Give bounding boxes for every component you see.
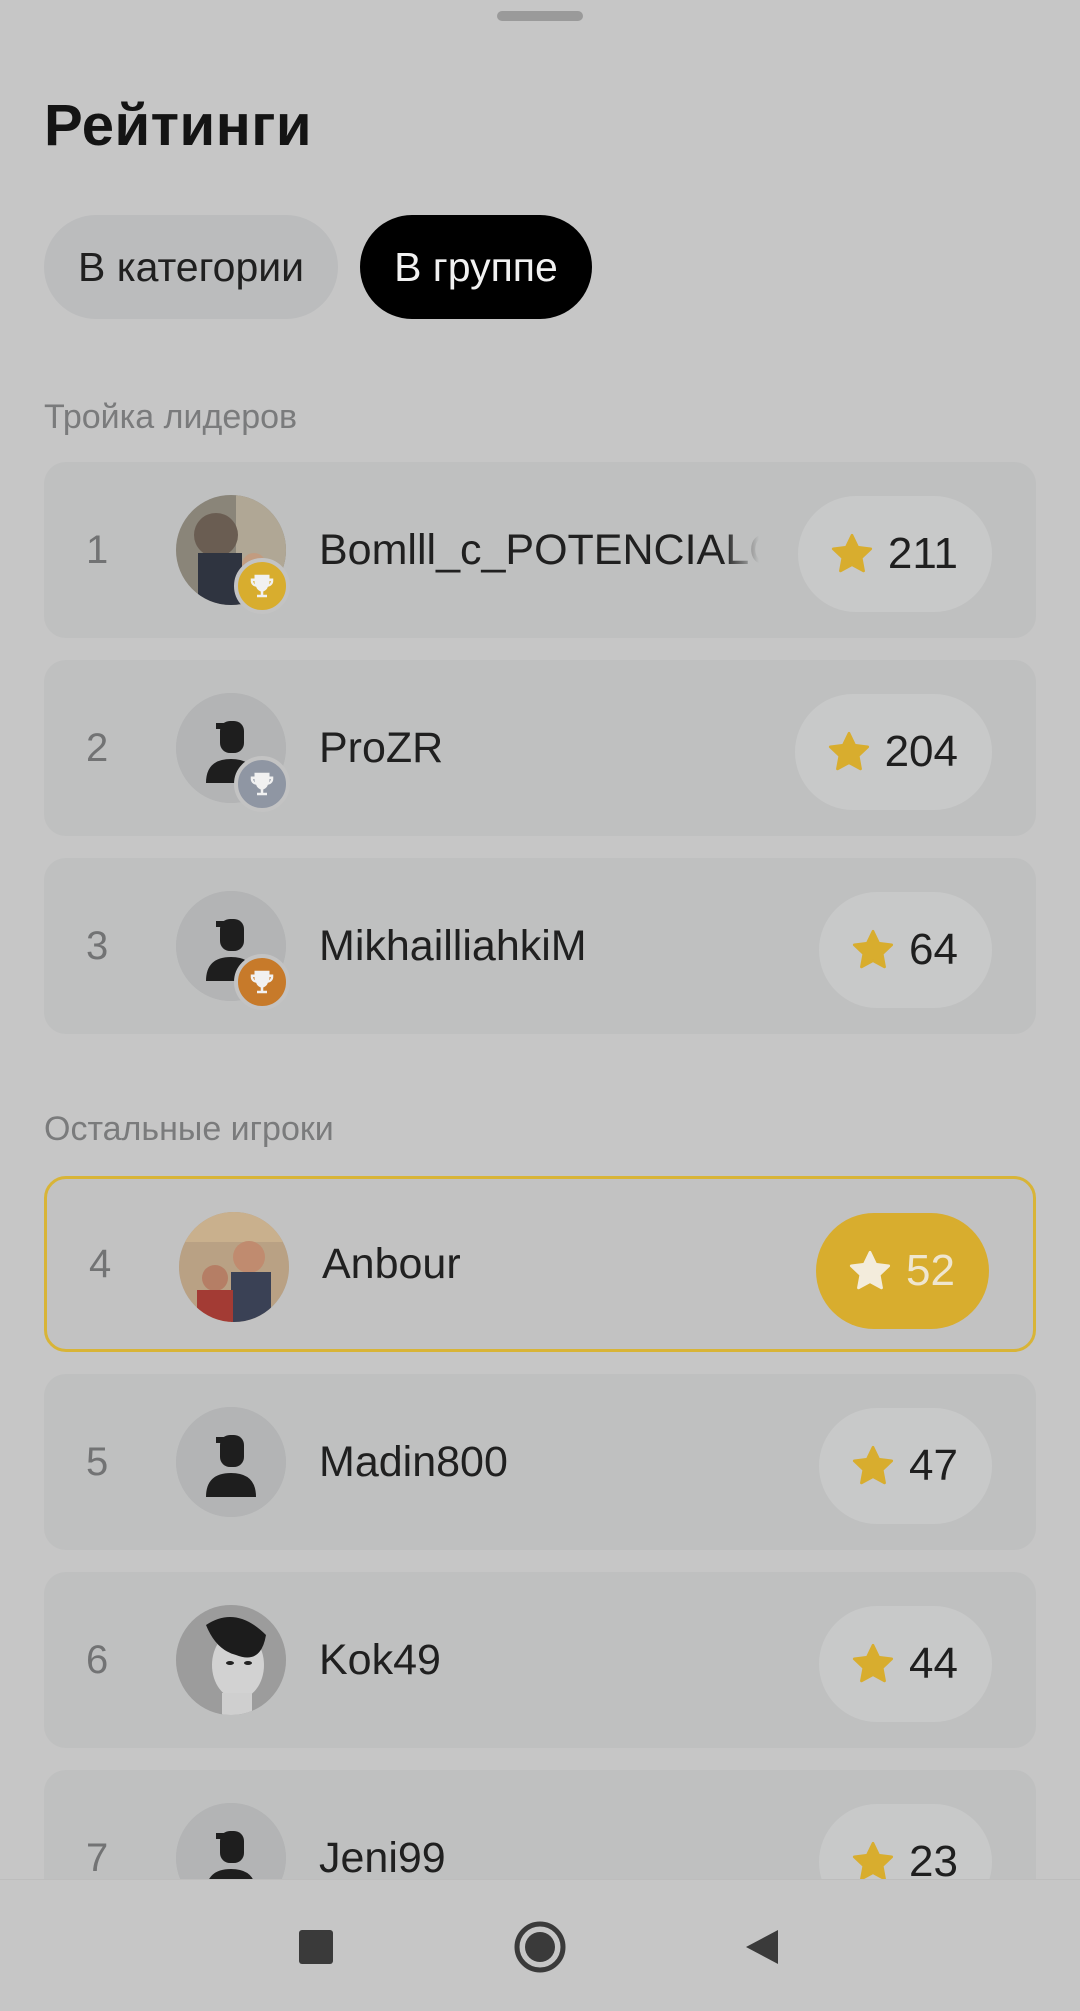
back-icon[interactable] [722, 1907, 802, 1987]
rank-number: 2 [86, 725, 109, 770]
tab-bar: В категории В группе [44, 215, 592, 319]
score-value: 47 [909, 1441, 958, 1490]
leaderboard-row[interactable]: 4 Anbour 52 [44, 1176, 1036, 1352]
player-name: Jeni99 [319, 1833, 446, 1882]
score-value: 211 [887, 529, 958, 578]
avatar [179, 1212, 289, 1322]
star-icon [827, 730, 871, 774]
score-badge: 47 [819, 1408, 992, 1524]
leaderboard-row[interactable]: 3 MikhailliahkiM 64 [44, 858, 1036, 1034]
avatar [176, 1605, 286, 1715]
score-value: 64 [909, 925, 958, 974]
score-value: 44 [909, 1639, 958, 1688]
star-icon [830, 532, 874, 576]
drag-handle[interactable] [497, 11, 583, 21]
page-title: Рейтинги [44, 93, 313, 158]
bronze-trophy-icon [234, 954, 290, 1010]
score-badge: 204 [794, 694, 992, 810]
rank-number: 4 [89, 1241, 112, 1286]
star-icon [851, 1840, 895, 1884]
star-icon [851, 1444, 895, 1488]
rank-number: 7 [86, 1835, 109, 1880]
star-icon [848, 1249, 892, 1293]
score-value: 52 [906, 1246, 955, 1295]
rank-number: 6 [86, 1637, 109, 1682]
tab-in-category[interactable]: В категории [44, 215, 339, 319]
section-title-others: Остальные игроки [44, 1110, 334, 1148]
rank-number: 3 [86, 923, 109, 968]
avatar [176, 1407, 286, 1517]
silver-trophy-icon [234, 756, 290, 812]
star-icon [851, 1642, 895, 1686]
rank-number: 1 [86, 527, 109, 572]
rank-number: 5 [86, 1439, 109, 1484]
leaderboard-row[interactable]: 5 Madin800 47 [44, 1374, 1036, 1550]
section-title-leaders: Тройка лидеров [44, 398, 298, 436]
score-badge: 44 [819, 1606, 992, 1722]
home-icon[interactable] [500, 1907, 580, 1987]
score-badge: 52 [816, 1213, 989, 1329]
leaderboard-row[interactable]: 1 Bomlll_c_POTENCIALOM 211 [44, 462, 1036, 638]
tab-in-group[interactable]: В группе [360, 215, 592, 319]
system-navigation-bar [0, 1879, 1080, 2011]
player-name: ProZR [319, 723, 444, 772]
recent-apps-icon[interactable] [276, 1907, 356, 1987]
player-name: Anbour [322, 1239, 461, 1288]
leaderboard-row[interactable]: 2 ProZR 204 [44, 660, 1036, 836]
score-badge: 211 [797, 496, 992, 612]
player-name: Madin800 [319, 1437, 508, 1486]
leaderboard-row[interactable]: 6 Kok49 44 [44, 1572, 1036, 1748]
star-icon [851, 928, 895, 972]
player-name: MikhailliahkiM [319, 921, 587, 970]
score-badge: 64 [819, 892, 992, 1008]
player-name: Kok49 [319, 1635, 441, 1684]
score-value: 204 [884, 727, 958, 776]
player-name: Bomlll_c_POTENCIALOM [319, 525, 759, 574]
gold-trophy-icon [234, 558, 290, 614]
